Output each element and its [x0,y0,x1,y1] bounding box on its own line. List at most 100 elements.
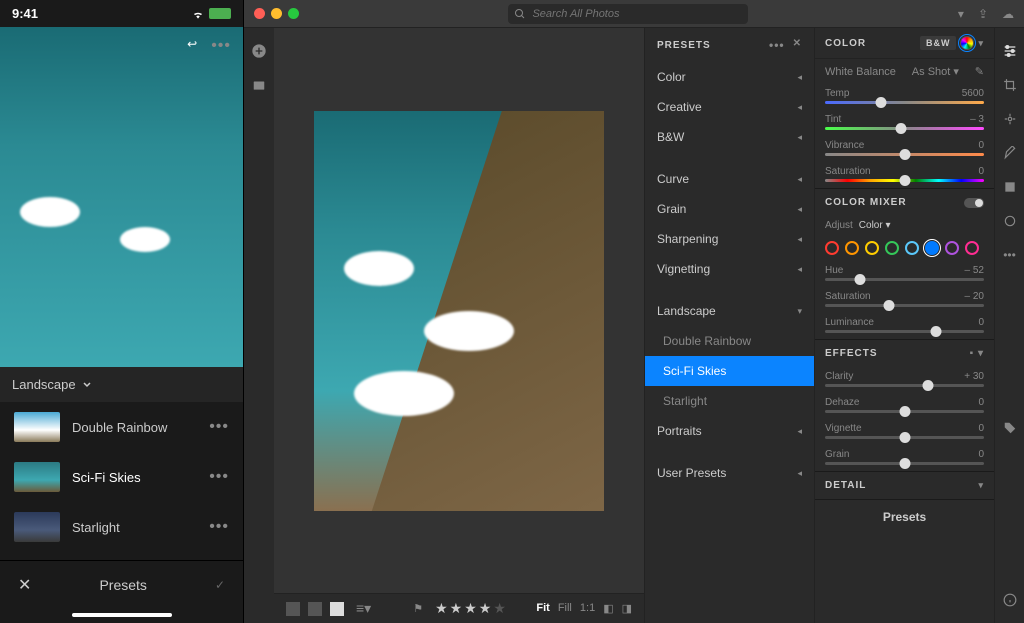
preset-item-starlight[interactable]: Starlight [645,386,814,416]
library-button[interactable] [250,76,268,94]
flag-icon[interactable]: ⚑ [413,602,423,615]
heal-icon[interactable] [1001,110,1019,128]
slider-hue[interactable]: Hue– 52 [815,261,994,287]
preset-group-creative[interactable]: Creative◂ [645,92,814,122]
crop-icon[interactable] [1001,76,1019,94]
effects-menu-icon[interactable]: ▪ ▾ [970,348,984,359]
mobile-footer: ✕ Presets ✓ [0,560,243,609]
color-wheel-icon[interactable] [960,36,974,50]
more-icon[interactable]: ••• [209,518,229,536]
fit-button[interactable]: Fit [536,602,549,615]
ratio-button[interactable]: 1:1 [580,602,595,615]
slider-vibrance[interactable]: Vibrance0 [815,136,994,162]
slider-dehaze[interactable]: Dehaze0 [815,393,994,419]
search-input[interactable] [508,4,748,24]
status-bar: 9:41 [0,0,243,27]
eyedropper-icon[interactable]: ✎ [975,65,984,78]
more-icon[interactable]: ••• [1001,246,1019,264]
search-icon [514,8,526,20]
presets-footer-button[interactable]: Presets [815,499,994,534]
color-dot[interactable] [865,241,879,255]
info-icon[interactable] [1001,591,1019,609]
before-after-icon[interactable]: ◨ [622,602,632,615]
minimize-window-button[interactable] [271,8,282,19]
fill-button[interactable]: Fill [558,602,572,615]
canvas-image[interactable] [314,111,604,511]
grid-view-button-2[interactable] [308,602,322,616]
preset-group-user[interactable]: User Presets◂ [645,458,814,488]
right-tool-strip: ••• [994,28,1024,623]
slider-saturation[interactable]: Saturation– 20 [815,287,994,313]
close-window-button[interactable] [254,8,265,19]
effects-title: EFFECTS [825,348,878,359]
preset-item-scifi-skies[interactable]: Sci-Fi Skies [645,356,814,386]
more-icon[interactable]: ••• [211,37,231,55]
preset-category-selector[interactable]: Landscape [0,367,243,402]
color-dot[interactable] [905,241,919,255]
sort-button[interactable]: ≡▾ [356,600,371,617]
share-icon[interactable]: ⇪ [978,7,988,21]
wb-value[interactable]: As Shot ▾ [912,65,959,78]
grid-view-button[interactable] [286,602,300,616]
slider-clarity[interactable]: Clarity+ 30 [815,367,994,393]
more-icon[interactable]: ••• [209,468,229,486]
slider-tint[interactable]: Tint– 3 [815,110,994,136]
brush-icon[interactable] [1001,144,1019,162]
color-dot[interactable] [965,241,979,255]
more-icon[interactable]: ••• [769,38,785,52]
left-tool-column [244,28,274,623]
preset-category-label: Landscape [12,377,76,392]
cloud-icon[interactable]: ☁ [1002,7,1014,21]
tag-icon[interactable] [1001,419,1019,437]
mixer-toggle[interactable] [964,198,984,208]
color-dot[interactable] [885,241,899,255]
preset-item-scifi-skies[interactable]: Sci-Fi Skies ••• [0,452,243,502]
add-photo-button[interactable] [250,42,268,60]
radial-gradient-icon[interactable] [1001,212,1019,230]
check-icon[interactable]: ✓ [215,578,225,592]
preset-group-curve[interactable]: Curve◂ [645,164,814,194]
color-dot[interactable] [925,241,939,255]
slider-grain[interactable]: Grain0 [815,445,994,471]
preset-group-vignetting[interactable]: Vignetting◂ [645,254,814,284]
preset-group-sharpening[interactable]: Sharpening◂ [645,224,814,254]
chevron-down-icon [82,380,92,390]
preset-group-color[interactable]: Color◂ [645,62,814,92]
canvas-area: ≡▾ ⚑ ★★★★★ Fit Fill 1:1 ◧ ◨ [274,28,644,623]
single-view-button[interactable] [330,602,344,616]
preset-group-grain[interactable]: Grain◂ [645,194,814,224]
window-titlebar: ▾ ⇪ ☁ [244,0,1024,28]
preset-item-double-rainbow[interactable]: Double Rainbow [645,326,814,356]
color-dot[interactable] [845,241,859,255]
battery-icon [209,8,231,19]
color-dot[interactable] [945,241,959,255]
filter-icon[interactable]: ▾ [958,7,964,21]
maximize-window-button[interactable] [288,8,299,19]
close-icon[interactable]: ✕ [793,38,802,52]
preset-item-double-rainbow[interactable]: Double Rainbow ••• [0,402,243,452]
preset-group-portraits[interactable]: Portraits◂ [645,416,814,446]
chevron-down-icon[interactable]: ▾ [978,38,984,49]
chevron-down-icon[interactable]: ▾ [978,480,984,491]
close-icon[interactable]: ✕ [18,575,31,595]
rating-stars[interactable]: ★★★★★ [435,600,506,617]
edit-sliders-icon[interactable] [1001,42,1019,60]
traffic-lights [254,8,299,19]
preset-group-bw[interactable]: B&W◂ [645,122,814,152]
bw-toggle-button[interactable]: B&W [920,36,957,50]
slider-vignette[interactable]: Vignette0 [815,419,994,445]
presets-panel-title: PRESETS [657,40,711,51]
linear-gradient-icon[interactable] [1001,178,1019,196]
slider-luminance[interactable]: Luminance0 [815,313,994,339]
more-icon[interactable]: ••• [209,418,229,436]
undo-icon[interactable]: ↩︎ [187,37,197,55]
slider-temp[interactable]: Temp5600 [815,84,994,110]
color-dot[interactable] [825,241,839,255]
adjust-label: Adjust [825,220,853,231]
preset-item-starlight[interactable]: Starlight ••• [0,502,243,552]
adjust-value[interactable]: Color ▾ [859,220,891,231]
preset-group-landscape[interactable]: Landscape▾ [645,296,814,326]
compare-icon[interactable]: ◧ [603,602,613,615]
slider-saturation[interactable]: Saturation0 [815,162,994,188]
preset-thumb [14,462,60,492]
